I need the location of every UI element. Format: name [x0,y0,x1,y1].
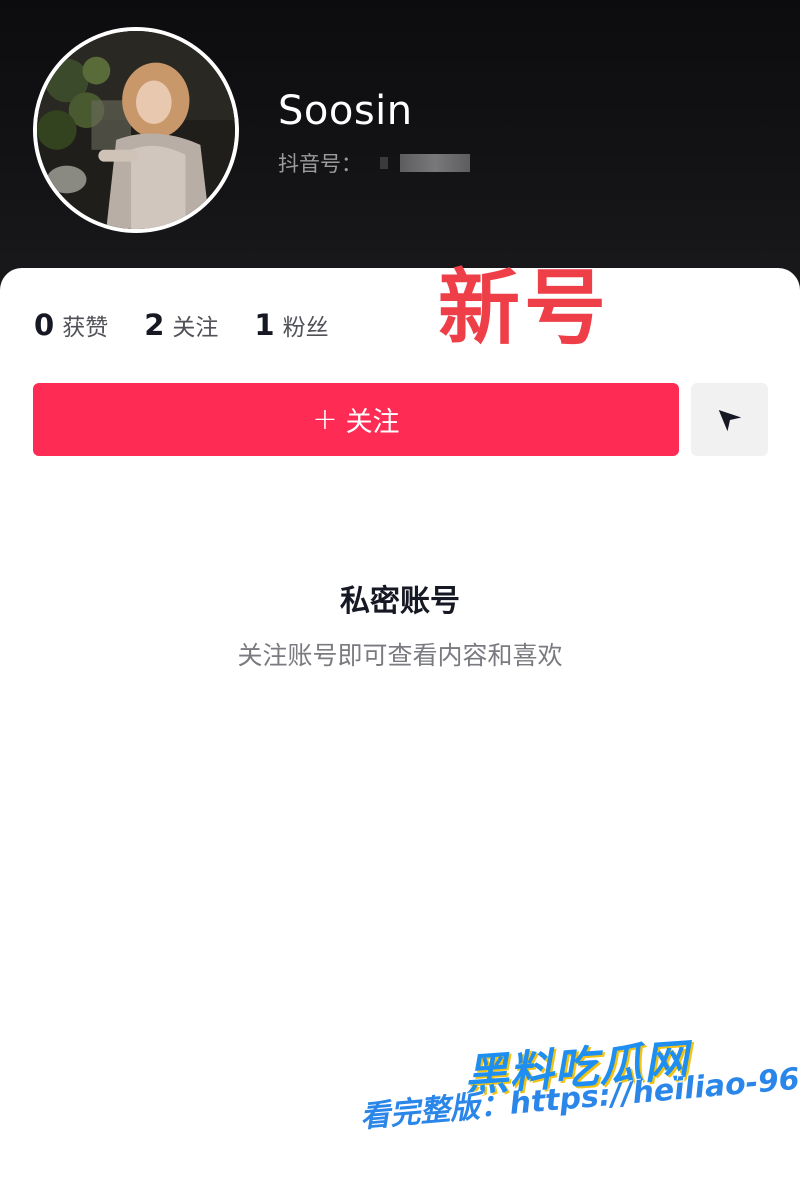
stat-label: 粉丝 [282,315,329,341]
private-account-title: 私密账号 [340,584,460,619]
redaction-mark [380,157,388,169]
stat-label: 关注 [172,315,219,341]
username: Soosin [278,88,413,134]
profile-page: Soosin 抖音号： 0 获赞 2 关注 1 粉丝 新号 + 关注 私密账号 … [0,0,800,1200]
share-button[interactable] [691,383,768,456]
send-icon [718,409,741,431]
stat-followers[interactable]: 1 粉丝 [254,308,328,342]
stat-value: 2 [144,308,165,342]
profile-stats: 0 获赞 2 关注 1 粉丝 [34,305,365,345]
stat-value: 1 [254,308,275,342]
stat-likes: 0 获赞 [34,308,108,342]
douyin-id-label: 抖音号： [278,152,362,176]
stat-value: 0 [34,308,55,342]
avatar-photo [37,31,235,229]
stat-label: 获赞 [62,315,109,341]
plus-icon: + [312,402,338,437]
follow-button[interactable]: + 关注 [33,383,679,456]
redaction-blur [400,154,470,172]
private-account-subtitle: 关注账号即可查看内容和喜欢 [237,641,563,670]
follow-button-label: 关注 [345,407,400,438]
avatar[interactable] [33,27,239,233]
profile-header: Soosin 抖音号： [0,0,800,300]
stat-following[interactable]: 2 关注 [144,308,218,342]
new-account-overlay-text: 新号 [438,261,611,356]
douyin-id-redacted [380,154,470,172]
douyin-id-row: 抖音号： [278,148,470,178]
